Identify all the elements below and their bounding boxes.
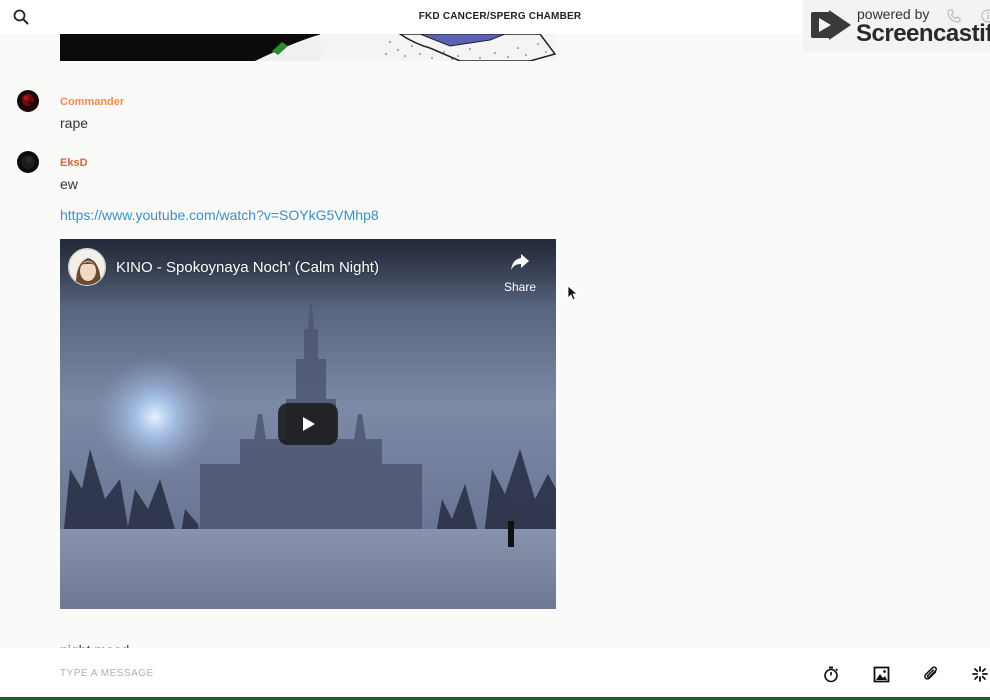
video-title[interactable]: KINO - Spokoynaya Noch' (Calm Night) (116, 259, 379, 276)
image-upload-button[interactable] (871, 664, 891, 684)
channel-avatar[interactable] (68, 248, 106, 286)
sparkle-button[interactable] (970, 664, 990, 684)
username-eksd[interactable]: EksD (60, 157, 88, 169)
attachment-icon (923, 665, 937, 680)
mouse-cursor-icon (567, 285, 579, 301)
message-composer (0, 648, 990, 700)
phone-icon[interactable] (947, 9, 961, 23)
message-text: rape (60, 115, 89, 131)
timer-icon (824, 666, 839, 683)
info-icon[interactable] (981, 9, 990, 23)
previous-image-attachment[interactable] (60, 34, 556, 61)
avatar-eksd[interactable] (17, 151, 39, 173)
youtube-embed[interactable]: KINO - Spokoynaya Noch' (Calm Night) Sha… (60, 239, 556, 609)
youtube-link[interactable]: https://www.youtube.com/watch?v=SOYkG5VM… (60, 207, 379, 223)
share-button[interactable]: Share (500, 249, 540, 297)
screencastify-watermark: powered by Screencastify (803, 0, 990, 52)
share-icon (511, 254, 529, 270)
timer-button[interactable] (821, 664, 841, 684)
play-button[interactable] (278, 403, 338, 445)
sparkle-icon (972, 666, 988, 682)
play-icon (303, 417, 315, 431)
share-label: Share (503, 280, 537, 294)
watermark-brand: Screencastify (856, 20, 990, 47)
image-icon (873, 666, 889, 682)
attachment-button[interactable] (921, 664, 941, 684)
message-text: ew (60, 176, 78, 192)
message-input[interactable] (60, 662, 760, 684)
screencastify-logo-icon (811, 10, 851, 40)
avatar-commander[interactable] (17, 90, 39, 112)
username-commander[interactable]: Commander (60, 96, 124, 108)
